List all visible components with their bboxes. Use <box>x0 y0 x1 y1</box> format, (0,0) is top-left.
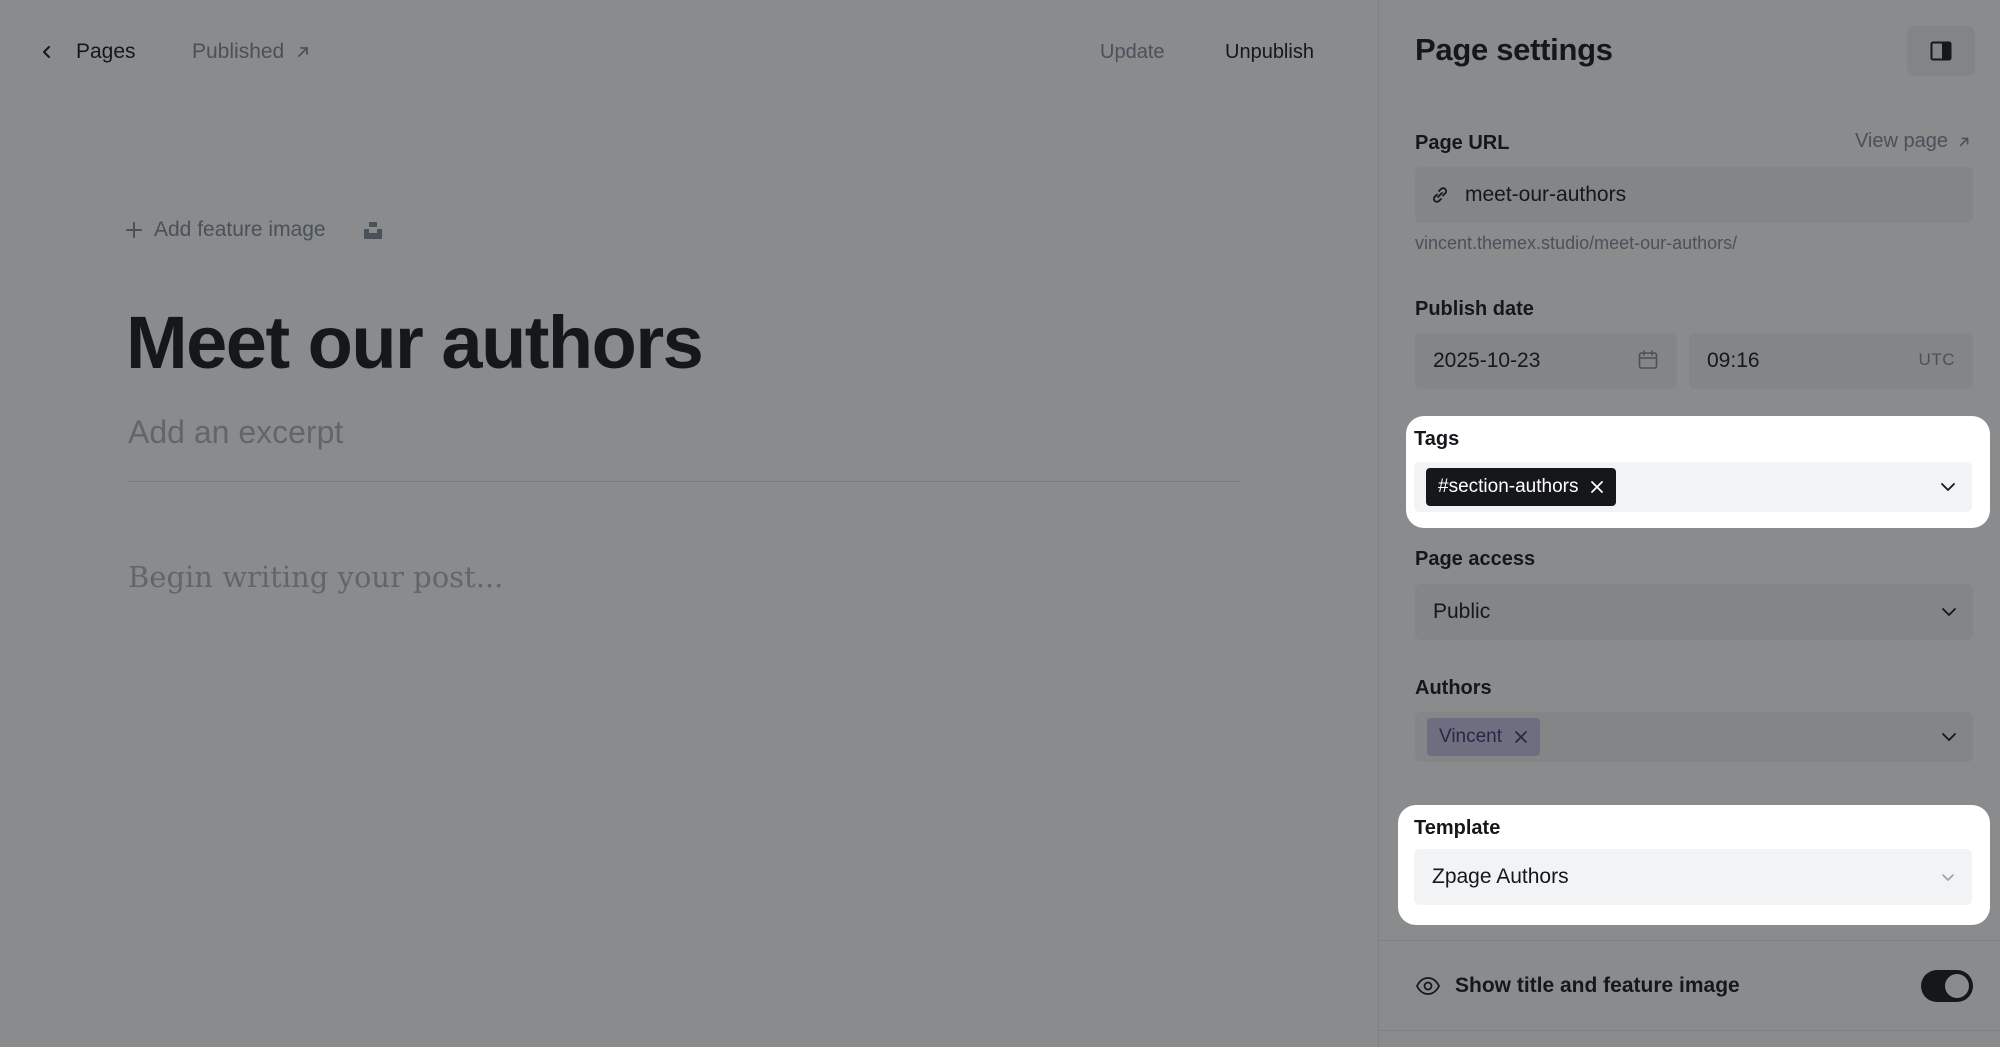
template-select[interactable]: Zpage Authors <box>1414 849 1972 905</box>
page-url-value: meet-our-authors <box>1465 183 1627 206</box>
author-pill[interactable]: Vincent <box>1427 718 1541 756</box>
tag-pill[interactable]: #section-authors <box>1426 468 1617 506</box>
unpublish-button[interactable]: Unpublish <box>1225 30 1314 74</box>
template-value: Zpage Authors <box>1432 865 1569 888</box>
timezone-label: UTC <box>1918 350 1955 369</box>
section-divider <box>1379 1030 2000 1031</box>
unsplash-icon[interactable] <box>362 219 384 241</box>
remove-author-icon[interactable] <box>1514 730 1528 744</box>
published-status-link[interactable]: Published <box>192 30 312 74</box>
page-url-input[interactable]: meet-our-authors <box>1415 167 1973 223</box>
arrow-up-right-icon <box>298 47 309 57</box>
chevron-down-icon <box>1942 733 1956 741</box>
view-page-label: View page <box>1854 130 1948 152</box>
page-access-label: Page access <box>1415 548 1536 570</box>
tags-highlight: Tags #section-authors <box>1406 416 1990 528</box>
back-label: Pages <box>76 40 136 63</box>
add-feature-image-label: Add feature image <box>154 218 326 241</box>
chevron-down-icon <box>1942 608 1956 616</box>
arrow-up-right-icon <box>1959 137 1969 146</box>
view-page-link[interactable]: View page <box>1855 130 1972 153</box>
author-pill-label: Vincent <box>1439 726 1503 747</box>
feature-image-row: Add feature image <box>124 212 384 248</box>
remove-tag-icon[interactable] <box>1590 480 1604 494</box>
publish-date-input[interactable]: 2025-10-23 <box>1415 333 1677 389</box>
template-highlight: Template Zpage Authors <box>1398 805 1990 925</box>
chevron-down-icon <box>1942 874 1954 881</box>
authors-select[interactable]: Vincent <box>1415 712 1973 762</box>
show-title-switch[interactable] <box>1921 970 1973 1002</box>
post-title[interactable]: Meet our authors <box>126 300 704 385</box>
page-access-value: Public <box>1433 600 1491 623</box>
switch-knob <box>1945 974 1969 998</box>
tag-pill-label: #section-authors <box>1438 476 1579 497</box>
template-label: Template <box>1414 817 1501 839</box>
editor-area: Pages Published Update Unpublish Add fea… <box>0 0 1378 1047</box>
publish-date-label: Publish date <box>1415 298 1534 320</box>
plus-icon <box>126 222 142 238</box>
post-body-editor[interactable]: Begin writing your post... <box>128 560 503 594</box>
sidebar-toggle-icon <box>1930 41 1952 61</box>
update-button[interactable]: Update <box>1100 30 1165 74</box>
toggle-sidebar-button[interactable] <box>1907 26 1975 76</box>
link-icon <box>1433 187 1447 203</box>
section-divider <box>1379 940 2000 941</box>
publish-date-value: 2025-10-23 <box>1433 349 1541 372</box>
status-label: Published <box>192 40 285 63</box>
eye-icon <box>1415 977 1441 995</box>
panel-title: Page settings <box>1415 32 1613 67</box>
excerpt-input[interactable]: Add an excerpt <box>128 414 343 451</box>
back-to-pages-button[interactable]: Pages <box>38 30 136 74</box>
editor-topbar: Pages Published Update Unpublish <box>0 0 1378 104</box>
chevron-left-icon <box>43 46 50 58</box>
chevron-down-icon <box>1941 483 1955 491</box>
show-title-label: Show title and feature image <box>1455 974 1740 997</box>
publish-time-value: 09:16 <box>1707 349 1760 372</box>
page-url-label: Page URL <box>1415 132 1510 154</box>
add-feature-image-button[interactable]: Add feature image <box>124 218 326 242</box>
title-divider <box>128 481 1240 482</box>
publish-time-input[interactable]: 09:16 UTC <box>1689 333 1973 389</box>
calendar-icon <box>1638 350 1658 369</box>
tags-select[interactable]: #section-authors <box>1414 462 1972 512</box>
show-title-row: Show title and feature image <box>1415 966 1973 1006</box>
tags-label: Tags <box>1414 428 1460 450</box>
authors-label: Authors <box>1415 677 1492 699</box>
page-access-select[interactable]: Public <box>1415 584 1973 640</box>
page-url-hint: vincent.themex.studio/meet-our-authors/ <box>1415 233 1738 253</box>
